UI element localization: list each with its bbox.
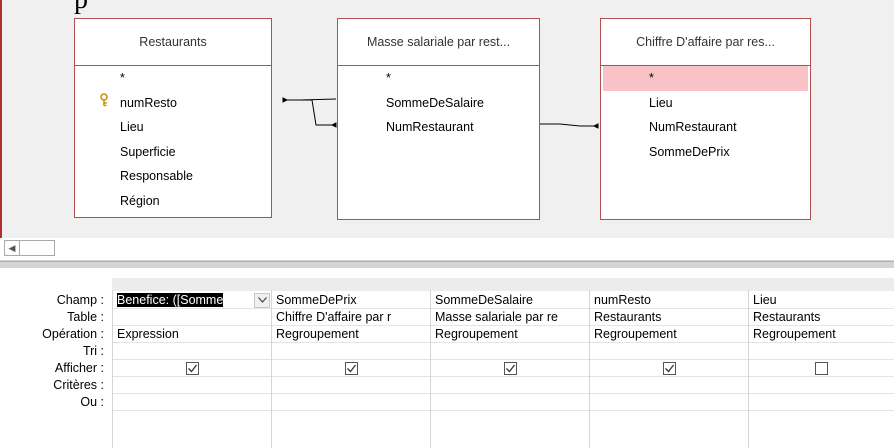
cell-tri[interactable] [749, 343, 894, 360]
cell-champ[interactable]: numResto [590, 292, 748, 309]
cell-table[interactable] [113, 309, 271, 326]
cell-ou[interactable] [113, 394, 271, 411]
cell-table[interactable]: Restaurants [749, 309, 894, 326]
field-lieu[interactable]: Lieu [75, 115, 271, 140]
checkbox-icon[interactable] [344, 362, 358, 375]
cell-criteres[interactable] [431, 377, 589, 394]
cell-champ[interactable]: SommeDeSalaire [431, 292, 589, 309]
splitter-line [0, 261, 894, 262]
cut-off-heading: p [74, 0, 88, 14]
cell-operation[interactable]: Regroupement [590, 326, 748, 343]
cell-operation[interactable]: Regroupement [272, 326, 430, 343]
horizontal-scrollbar[interactable]: ◀ [0, 238, 894, 260]
cell-table[interactable]: Masse salariale par re [431, 309, 589, 326]
field-all[interactable]: * [338, 66, 539, 91]
query-grid[interactable]: Champ : Table : Opération : Tri : Afficher :… [0, 268, 894, 448]
scroll-thumb[interactable] [19, 240, 55, 256]
scroll-left-icon[interactable]: ◀ [4, 240, 20, 256]
pane-border [0, 0, 2, 238]
cell-ou[interactable] [749, 394, 894, 411]
field-lieu[interactable]: Lieu [601, 91, 810, 116]
field-sommedeprix[interactable]: SommeDePrix [601, 140, 810, 165]
cell-criteres[interactable] [113, 377, 271, 394]
cell-champ[interactable]: Lieu [749, 292, 894, 309]
cell-criteres[interactable] [590, 377, 748, 394]
cell-operation[interactable]: Regroupement [749, 326, 894, 343]
field-sommedesalaire[interactable]: SommeDeSalaire [338, 91, 539, 116]
field-label: numResto [120, 95, 177, 110]
row-label: Ou : [80, 395, 104, 409]
join-line-masse-chiffre [540, 123, 599, 129]
scroll-track[interactable] [0, 238, 894, 260]
cell-afficher[interactable] [749, 360, 894, 377]
cell-afficher[interactable] [272, 360, 430, 377]
field-responsable[interactable]: Responsable [75, 164, 271, 189]
checkbox-icon[interactable] [503, 362, 517, 375]
table-title[interactable]: Chiffre D'affaire par res... [601, 19, 810, 66]
table-title[interactable]: Restaurants [75, 19, 271, 66]
cell-tri[interactable] [113, 343, 271, 360]
cell-table[interactable]: Chiffre D'affaire par r [272, 309, 430, 326]
grid-column[interactable]: SommeDeSalaire Masse salariale par re Regr… [430, 290, 589, 448]
row-label: Champ : [56, 293, 104, 307]
key-icon [99, 91, 109, 116]
field-all-selected[interactable]: * [603, 66, 808, 91]
cell-criteres[interactable] [749, 377, 894, 394]
grid-column[interactable]: Benefice: ([Somme Expression [112, 290, 271, 448]
query-design-diagram[interactable]: p Restaurants * numResto Lieu Superficie… [0, 0, 894, 238]
row-label: Tri : [82, 344, 104, 358]
field-all[interactable]: * [75, 66, 271, 91]
field-region[interactable]: Région [75, 189, 271, 214]
table-restaurants[interactable]: Restaurants * numResto Lieu Superficie R… [74, 18, 272, 218]
cell-champ[interactable]: SommeDePrix [272, 292, 430, 309]
pane-splitter[interactable] [0, 260, 894, 268]
checkbox-icon[interactable] [815, 362, 828, 375]
field-numresto[interactable]: numResto [75, 91, 271, 116]
grid-column[interactable]: Lieu Restaurants Regroupement [748, 290, 894, 448]
field-numrestaurant[interactable]: NumRestaurant [338, 115, 539, 140]
checkbox-icon[interactable] [662, 362, 676, 375]
cell-champ[interactable]: Benefice: ([Somme [113, 292, 271, 309]
cell-afficher[interactable] [431, 360, 589, 377]
field-superficie[interactable]: Superficie [75, 140, 271, 165]
row-label: Opération : [42, 327, 104, 341]
cell-table[interactable]: Restaurants [590, 309, 748, 326]
cell-ou[interactable] [590, 394, 748, 411]
grid-column[interactable]: numResto Restaurants Regroupement [589, 290, 748, 448]
field-expression-input[interactable]: Benefice: ([Somme [117, 293, 224, 307]
table-chiffre-affaire[interactable]: Chiffre D'affaire par res... * Lieu NumR… [600, 18, 811, 220]
grid-column[interactable]: SommeDePrix Chiffre D'affaire par r Regrou… [271, 290, 430, 448]
cell-afficher[interactable] [590, 360, 748, 377]
checkbox-icon[interactable] [185, 362, 199, 375]
cell-tri[interactable] [590, 343, 748, 360]
chevron-down-icon[interactable] [254, 293, 270, 308]
cell-afficher[interactable] [113, 360, 271, 377]
table-title[interactable]: Masse salariale par rest... [338, 19, 539, 66]
table-masse-salariale[interactable]: Masse salariale par rest... * SommeDeSal… [337, 18, 540, 220]
cell-tri[interactable] [431, 343, 589, 360]
row-label: Critères : [53, 378, 104, 392]
join-line-restaurants-masse [282, 97, 337, 128]
cell-criteres[interactable] [272, 377, 430, 394]
cell-tri[interactable] [272, 343, 430, 360]
row-label: Table : [67, 310, 104, 324]
cell-operation[interactable]: Regroupement [431, 326, 589, 343]
cell-ou[interactable] [272, 394, 430, 411]
row-label: Afficher : [54, 361, 104, 375]
field-numrestaurant[interactable]: NumRestaurant [601, 115, 810, 140]
cell-operation[interactable]: Expression [113, 326, 271, 343]
cell-ou[interactable] [431, 394, 589, 411]
